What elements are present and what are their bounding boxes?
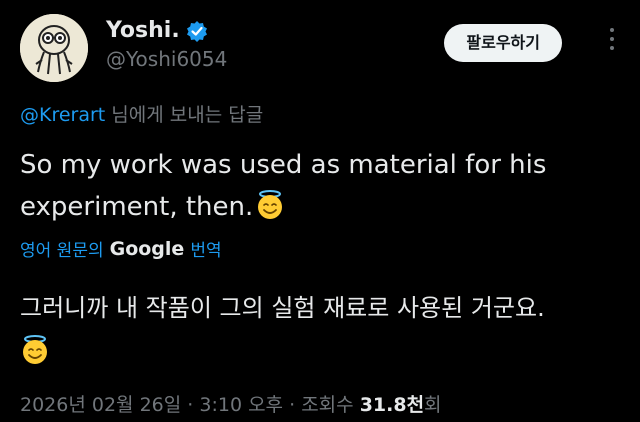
meta-separator: · <box>289 394 296 416</box>
avatar[interactable] <box>20 14 88 82</box>
translation-provider: Google <box>109 237 185 260</box>
display-name-row: Yoshi. <box>106 18 227 43</box>
tweet-header: Yoshi. @Yoshi6054 팔로우하기 <box>20 14 620 84</box>
follow-button[interactable]: 팔로우하기 <box>444 24 562 62</box>
translation-attribution: 영어 원문의 Google 번역 <box>20 236 222 262</box>
translated-body: 그러니까 내 작품이 그의 실험 재료로 사용된 거군요. <box>20 294 545 322</box>
reply-suffix: 님에게 보내는 답글 <box>105 104 264 126</box>
reply-mention-link[interactable]: @Krerart <box>20 104 105 126</box>
verified-badge-icon <box>186 20 208 42</box>
translate-link[interactable]: 번역 <box>190 236 221 261</box>
smiling-face-with-halo-emoji-icon <box>255 190 285 220</box>
smiling-face-with-halo-emoji-icon <box>20 335 50 365</box>
tweet-date[interactable]: 2026년 02월 26일 <box>20 394 181 416</box>
more-options-icon[interactable] <box>608 28 616 56</box>
views-label: 조회수 <box>301 394 354 416</box>
meta-separator: · <box>187 394 194 416</box>
display-name[interactable]: Yoshi. <box>106 18 180 43</box>
translated-text: 그러니까 내 작품이 그의 실험 재료로 사용된 거군요. <box>20 286 630 374</box>
views-count: 31.8천 <box>359 394 425 416</box>
user-handle[interactable]: @Yoshi6054 <box>106 47 227 71</box>
views-suffix: 회 <box>424 394 442 416</box>
tweet-time[interactable]: 3:10 오후 <box>199 394 283 416</box>
translation-lang-label: 영어 원문의 <box>20 241 104 261</box>
reply-context: @Krerart 님에게 보내는 답글 <box>20 100 263 127</box>
tweet-text: So my work was used as material for his … <box>20 144 620 228</box>
user-names: Yoshi. @Yoshi6054 <box>106 18 227 71</box>
tweet-meta: 2026년 02월 26일 · 3:10 오후 · 조회수 31.8천회 <box>20 390 442 417</box>
